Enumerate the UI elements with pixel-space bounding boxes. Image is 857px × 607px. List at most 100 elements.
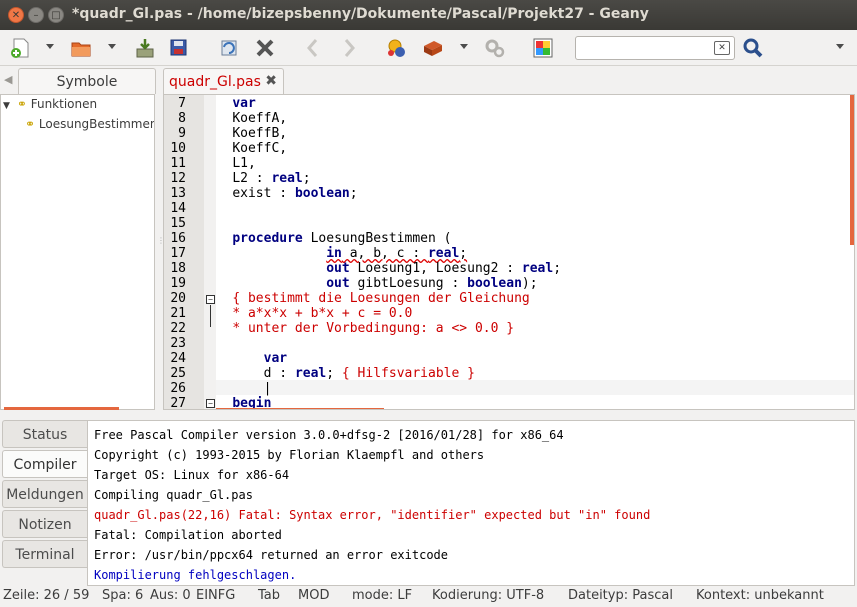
- status-bar: Zeile: 26 / 59 Spa: 6 Aus: 0 EINFG Tab M…: [0, 586, 857, 607]
- line-number: 21: [170, 306, 186, 321]
- tab-terminal[interactable]: Terminal: [2, 540, 87, 568]
- save-icon: [136, 39, 154, 58]
- tab-quadr-gl-pas[interactable]: quadr_Gl.pas ✖: [163, 68, 284, 94]
- line-number: 10: [170, 141, 186, 156]
- comment-token: * a*x*x + b*x + c = 0.0: [232, 306, 413, 321]
- keyword-token: out: [326, 276, 350, 291]
- close-icon: [256, 39, 274, 57]
- editor: quadr_Gl.pas ✖ 7 var 8 KoeffA, 9 KoeffB, 10…: [163, 66, 857, 411]
- compiler-message[interactable]: quadr_Gl.pas(22,16) Fatal: Syntax error,…: [94, 508, 650, 522]
- revert-button[interactable]: [216, 35, 242, 61]
- line-number: 11: [170, 156, 186, 171]
- code-line: * unter der Vorbedingung: a <> 0.0 }: [201, 321, 514, 336]
- compiler-output[interactable]: Free Pascal Compiler version 3.0.0+dfsg-…: [87, 420, 855, 586]
- code-token: |: [263, 381, 272, 396]
- line-number: 13: [170, 186, 186, 201]
- tab-compiler[interactable]: Compiler: [2, 450, 87, 478]
- fold-toggle-icon[interactable]: −: [206, 399, 215, 408]
- window-maximize-button[interactable]: □: [48, 7, 64, 23]
- comment-token: * unter der Vorbedingung: a <> 0.0 }: [232, 321, 515, 336]
- run-settings-button[interactable]: [482, 35, 508, 61]
- code-line: exist : boolean;: [201, 186, 357, 201]
- function-symbol-icon: ⚭: [25, 117, 36, 131]
- code-line: { bestimmt die Loesungen der Gleichung: [201, 291, 529, 306]
- code-token: gibtLoesung :: [349, 276, 468, 291]
- status-insert-mode: EINFG: [196, 588, 236, 603]
- save-button[interactable]: [132, 35, 158, 61]
- compile-icon: [388, 39, 405, 57]
- compiler-message[interactable]: Compiling quadr_Gl.pas: [94, 488, 253, 502]
- close-tab-icon[interactable]: ✖: [265, 73, 277, 89]
- sidebar: ◀ Symbole ▼ ⚭ Funktionen ⚭ LoesungBestim…: [0, 66, 157, 411]
- keyword-token: real: [294, 366, 327, 381]
- expand-triangle-icon[interactable]: ▼: [3, 101, 13, 111]
- build-dropdown[interactable]: [460, 44, 468, 49]
- status-line: Zeile: 26 / 59: [3, 588, 90, 603]
- clear-search-icon[interactable]: ✕: [714, 41, 730, 55]
- tab-meldungen[interactable]: Meldungen: [2, 480, 87, 508]
- code-editor[interactable]: 7 var 8 KoeffA, 9 KoeffB, 10 KoeffC, 11 L1, 1…: [163, 94, 855, 410]
- code-line: d : real; { Hilfsvariable }: [201, 366, 475, 381]
- new-file-icon: [11, 38, 29, 58]
- compile-button[interactable]: [384, 35, 410, 61]
- new-file-button[interactable]: [8, 35, 34, 61]
- close-file-button[interactable]: [252, 35, 278, 61]
- message-window: Status Compiler Meldungen Notizen Termin…: [0, 418, 857, 586]
- current-line-highlight: [216, 380, 854, 395]
- code-line: var: [201, 351, 287, 366]
- compiler-message[interactable]: Fatal: Compilation aborted: [94, 528, 282, 542]
- code-line: out gibtLoesung : boolean);: [201, 276, 537, 291]
- status-selection: Aus: 0: [150, 588, 191, 603]
- compiler-message[interactable]: Error: /usr/bin/ppcx64 returned an error…: [94, 548, 448, 562]
- line-number: 18: [170, 261, 186, 276]
- comment-token: { Hilfsvariable }: [341, 366, 475, 381]
- status-encoding: Kodierung: UTF-8: [432, 588, 545, 603]
- code-line: |: [201, 381, 272, 396]
- window-close-button[interactable]: ✕: [8, 7, 24, 23]
- tree-node-loesungbestimmen[interactable]: ⚭ LoesungBestimmen: [25, 117, 154, 131]
- search-icon: [743, 38, 763, 58]
- compiler-message[interactable]: Copyright (c) 1993-2015 by Florian Klaem…: [94, 448, 484, 462]
- tree-node-funktionen[interactable]: ▼ ⚭ Funktionen: [3, 97, 97, 111]
- open-file-button[interactable]: [68, 35, 94, 61]
- line-number: 8: [178, 111, 186, 126]
- line-number: 23: [170, 336, 186, 351]
- compiler-message[interactable]: Free Pascal Compiler version 3.0.0+dfsg-…: [94, 428, 564, 442]
- tab-status[interactable]: Status: [2, 420, 87, 448]
- compiler-message[interactable]: Kompilierung fehlgeschlagen.: [94, 568, 296, 582]
- code-token: Loesung1, Loesung2 :: [349, 261, 522, 276]
- code-token: L2 :: [232, 171, 272, 186]
- tab-symbole[interactable]: Symbole: [18, 68, 156, 94]
- keyword-token: boolean: [294, 186, 350, 201]
- forward-button[interactable]: [336, 35, 362, 61]
- build-button[interactable]: [420, 35, 446, 61]
- color-chooser-button[interactable]: [530, 35, 556, 61]
- compiler-message[interactable]: Target OS: Linux for x86-64: [94, 468, 289, 482]
- new-file-dropdown[interactable]: [46, 44, 54, 49]
- search-input[interactable]: ✕: [575, 36, 735, 60]
- save-all-button[interactable]: [166, 35, 192, 61]
- code-line: out Loesung1, Loesung2 : real;: [201, 261, 561, 276]
- search-button[interactable]: [740, 35, 766, 61]
- fold-toggle-icon[interactable]: −: [206, 295, 215, 304]
- keyword-token: in: [326, 246, 342, 261]
- toolbar-overflow-dropdown[interactable]: [836, 44, 844, 49]
- tab-notizen[interactable]: Notizen: [2, 510, 87, 538]
- open-file-dropdown[interactable]: [108, 44, 116, 49]
- window-minimize-button[interactable]: –: [28, 7, 44, 23]
- back-button[interactable]: [300, 35, 326, 61]
- keyword-token: var: [232, 96, 256, 111]
- status-modified: MOD: [298, 588, 330, 603]
- color-chooser-icon: [533, 38, 553, 58]
- sidebar-scroll-left-icon[interactable]: ◀: [4, 73, 12, 86]
- vertical-scrollbar[interactable]: [850, 95, 854, 245]
- status-eol-mode: mode: LF: [352, 588, 413, 603]
- code-token: ;: [302, 171, 311, 186]
- symbol-tree[interactable]: ▼ ⚭ Funktionen ⚭ LoesungBestimmen: [0, 94, 155, 410]
